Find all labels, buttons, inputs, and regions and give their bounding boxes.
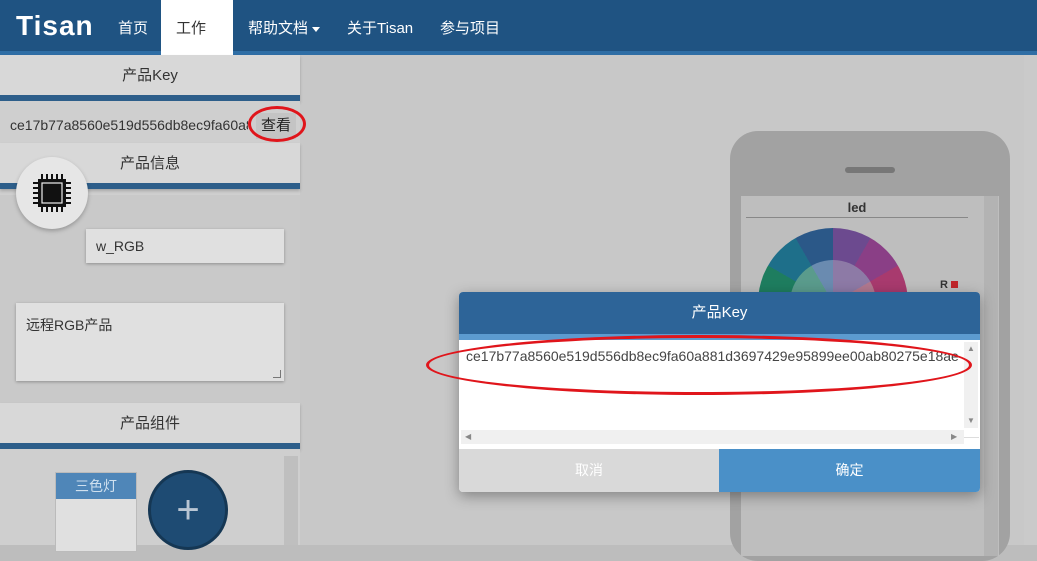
red-channel-label: R [940, 279, 948, 291]
phone-speaker [845, 167, 895, 173]
components-panel-title: 产品组件 [0, 403, 300, 449]
product-key-text: ce17b77a8560e519d556db8ec9fa60a881d36974… [10, 117, 248, 133]
component-card-label: 三色灯 [56, 473, 136, 499]
chip-icon[interactable] [16, 157, 88, 229]
nav-home[interactable]: 首页 [103, 0, 163, 55]
nav-participate[interactable]: 参与项目 [425, 0, 515, 55]
brand-logo[interactable]: Tisan [16, 10, 94, 42]
annotation-circle-key [426, 335, 972, 395]
chevron-down-icon [312, 26, 321, 32]
add-component-button[interactable]: + [148, 470, 228, 550]
nav-help-docs[interactable]: 帮助文档 [233, 0, 335, 55]
textarea-horizontal-scrollbar[interactable]: ◀ ▶ [461, 430, 964, 444]
components-scrollbar[interactable] [284, 456, 298, 545]
product-name-field[interactable]: w_RGB [86, 229, 284, 263]
top-navbar: Tisan 首页 工作区 帮助文档 关于Tisan 参与项目 [0, 0, 1037, 95]
nav-workspace[interactable]: 工作区 [161, 0, 233, 95]
confirm-button[interactable]: 确定 [719, 449, 980, 492]
dialog-title: 产品Key [459, 292, 980, 334]
product-description-text: 远程RGB产品 [26, 317, 113, 333]
led-title: led [746, 200, 968, 218]
scroll-left-icon[interactable]: ◀ [465, 432, 471, 441]
red-swatch [951, 281, 958, 288]
annotation-circle-view [248, 106, 306, 142]
page-scrollbar[interactable] [1024, 55, 1037, 545]
nav-about[interactable]: 关于Tisan [332, 0, 428, 55]
scroll-up-icon[interactable]: ▲ [967, 344, 975, 353]
scroll-right-icon[interactable]: ▶ [951, 432, 957, 441]
product-description-field[interactable]: 远程RGB产品 [16, 303, 284, 381]
cancel-button[interactable]: 取消 [459, 449, 719, 492]
key-panel-title: 产品Key [0, 55, 300, 101]
textarea-vertical-scrollbar[interactable]: ▲ ▼ [964, 342, 978, 428]
resize-handle-icon[interactable] [273, 370, 281, 378]
component-card[interactable]: 三色灯 [55, 472, 137, 552]
nav-help-docs-label: 帮助文档 [248, 20, 309, 37]
scroll-down-icon[interactable]: ▼ [967, 416, 975, 425]
preview-scrollbar[interactable] [984, 196, 998, 556]
